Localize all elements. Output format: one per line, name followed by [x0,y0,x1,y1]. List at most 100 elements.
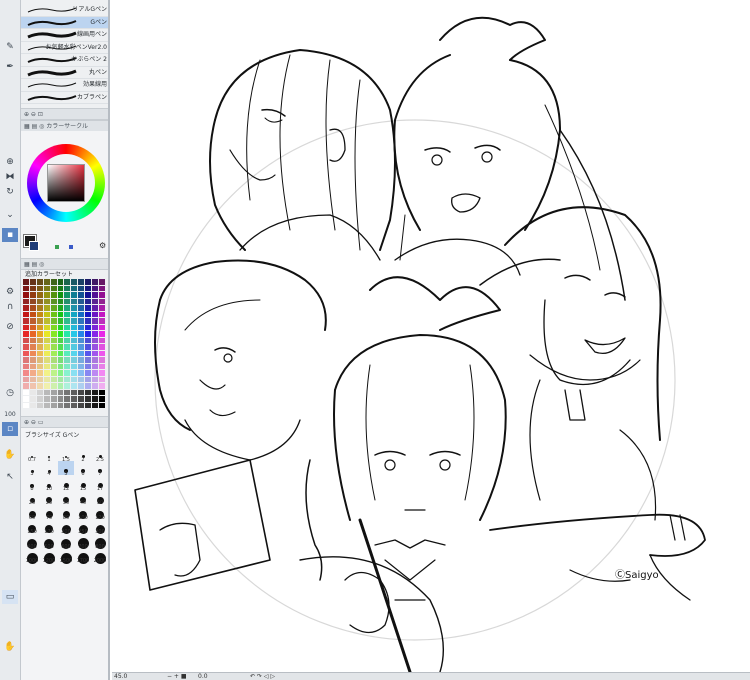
palette-swatch[interactable] [85,370,92,376]
palette-swatch[interactable] [85,344,92,350]
palette-swatch[interactable] [29,383,36,389]
palette-swatch[interactable] [99,363,105,369]
palette-swatch[interactable] [99,298,105,304]
drawing-canvas[interactable]: ⒸSaigyo [112,0,750,674]
palette-swatch[interactable] [43,305,50,311]
brush-item[interactable]: Gペン [21,16,108,29]
hand-icon[interactable]: ✋ [2,448,18,462]
palette-swatch[interactable] [23,279,29,285]
palette-swatch[interactable] [23,363,29,369]
palette-swatch[interactable] [57,331,64,337]
palette-swatch[interactable] [85,318,92,324]
palette-swatch[interactable] [29,357,36,363]
palette-swatch[interactable] [36,402,43,408]
palette-swatch[interactable] [57,370,64,376]
palette-swatch[interactable] [36,298,43,304]
palette-swatch[interactable] [92,331,99,337]
brush-tool-icon[interactable]: ✒ [2,60,18,74]
palette-swatch[interactable] [78,331,85,337]
palette-swatch[interactable] [71,383,78,389]
palette-swatch[interactable] [29,305,36,311]
chevron-down-icon[interactable]: ⌄ [2,340,18,354]
palette-swatch[interactable] [36,324,43,330]
palette-swatch[interactable] [85,389,92,395]
palette-swatch[interactable] [92,396,99,402]
palette-swatch[interactable] [36,285,43,291]
palette-swatch[interactable] [23,324,29,330]
palette-swatch[interactable] [64,370,71,376]
palette-swatch[interactable] [43,363,50,369]
palette-swatch[interactable] [92,324,99,330]
palette-swatch[interactable] [85,337,92,343]
palette-swatch[interactable] [92,402,99,408]
palette-swatch[interactable] [71,350,78,356]
palette-swatch[interactable] [29,337,36,343]
palette-swatch[interactable] [99,344,105,350]
palette-swatch[interactable] [85,357,92,363]
palette-swatch[interactable] [78,292,85,298]
palette-swatch[interactable] [29,285,36,291]
brush-size-option[interactable]: 7 [92,461,108,477]
palette-swatch[interactable] [78,305,85,311]
palette-swatch[interactable] [29,344,36,350]
palette-swatch[interactable] [36,396,43,402]
palette-swatch[interactable] [71,311,78,317]
palette-swatch[interactable] [78,344,85,350]
palette-swatch[interactable] [99,357,105,363]
brush-size-option[interactable]: 100 [75,504,91,521]
palette-swatch[interactable] [64,383,71,389]
palette-swatch[interactable] [50,311,57,317]
stepper-icon[interactable]: ▫ [2,422,18,436]
palette-swatch[interactable] [99,402,105,408]
brush-size-option[interactable]: 2000 [92,548,108,564]
palette-swatch[interactable] [64,337,71,343]
palette-swatch[interactable] [85,292,92,298]
palette-swatch[interactable] [57,292,64,298]
palette-swatch[interactable] [50,305,57,311]
palette-swatch[interactable] [50,350,57,356]
rotate-controls[interactable]: ↶ ↷ ◁ ▷ [250,673,275,680]
palette-swatch[interactable] [99,370,105,376]
palette-swatch[interactable] [23,396,29,402]
brush-size-option[interactable]: 20 [24,490,40,506]
palette-swatch[interactable] [43,311,50,317]
palette-swatch[interactable] [23,285,29,291]
palette-swatch[interactable] [50,376,57,382]
palette-swatch[interactable] [85,376,92,382]
palette-swatch[interactable] [64,305,71,311]
palette-swatch[interactable] [57,344,64,350]
palette-swatch[interactable] [57,396,64,402]
palette-swatch[interactable] [99,337,105,343]
palette-swatch[interactable] [29,311,36,317]
palette-swatch[interactable] [43,285,50,291]
palette-swatch[interactable] [23,376,29,382]
palette-swatch[interactable] [23,318,29,324]
palette-swatch[interactable] [36,350,43,356]
brush-size-option[interactable]: 1 [41,446,57,463]
sub-color-icon[interactable] [69,245,73,249]
clock-icon[interactable]: ◷ [2,386,18,400]
palette-swatch[interactable] [99,331,105,337]
palette-swatch[interactable] [99,318,105,324]
palette-swatch[interactable] [85,396,92,402]
brush-size-option[interactable]: 10 [41,475,57,492]
palette-swatch[interactable] [29,292,36,298]
palette-swatch[interactable] [36,337,43,343]
palette-swatch[interactable] [71,279,78,285]
brush-size-option[interactable]: 150 [24,519,40,535]
palette-swatch[interactable] [23,350,29,356]
palette-swatch[interactable] [85,324,92,330]
palette-swatch[interactable] [78,376,85,382]
brush-size-option[interactable]: 250 [75,519,91,535]
palette-swatch[interactable] [23,311,29,317]
palette-swatch[interactable] [57,337,64,343]
palette-swatch[interactable] [92,311,99,317]
palette-swatch[interactable] [64,376,71,382]
palette-swatch[interactable] [36,292,43,298]
palette-swatch[interactable] [78,311,85,317]
palette-swatch[interactable] [78,279,85,285]
brush-size-option[interactable]: 1.5 [58,446,74,463]
palette-swatch[interactable] [64,285,71,291]
palette-swatch[interactable] [99,376,105,382]
sub-color-swatch[interactable] [29,241,39,251]
